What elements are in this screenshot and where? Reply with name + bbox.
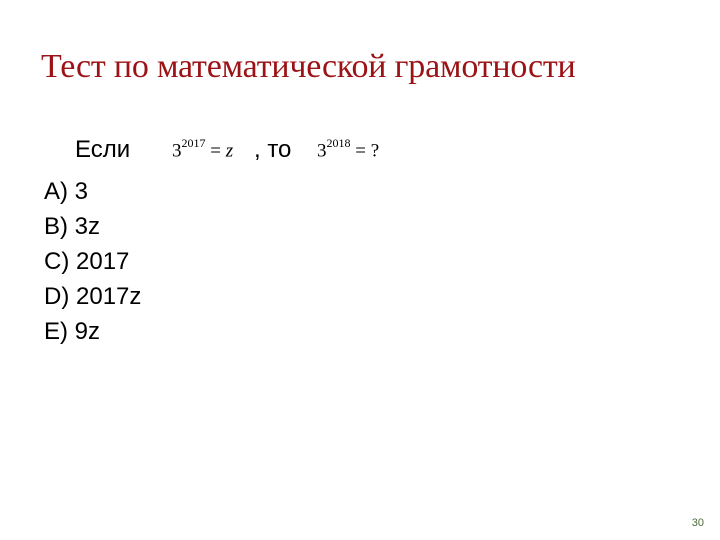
option-label: A) <box>44 178 68 205</box>
given-variable: z <box>225 140 234 162</box>
asked-relation: = ? <box>355 140 380 162</box>
option-value: 3 <box>74 178 89 205</box>
given-equation: 32017 = z <box>172 136 234 162</box>
asked-exponent: 2018 <box>326 136 351 150</box>
given-base: 3 <box>172 140 182 162</box>
slide-title: Тест по математической грамотности <box>41 48 576 85</box>
page-number: 30 <box>691 517 704 529</box>
answer-options: A) 3 B) 3z C) 2017 D) 2017z E) 9z <box>44 174 141 349</box>
option-a: A) 3 <box>44 174 141 209</box>
given-relation: = <box>210 140 226 162</box>
option-value: 2017z <box>76 283 142 310</box>
option-value: 2017 <box>76 248 130 275</box>
option-d: D) 2017z <box>44 279 141 314</box>
option-label: B) <box>44 213 68 240</box>
option-label: E) <box>44 318 68 345</box>
option-e: E) 9z <box>44 314 141 349</box>
asked-base: 3 <box>317 140 327 162</box>
option-label: C) <box>44 248 70 275</box>
option-value: 9z <box>74 318 101 345</box>
option-label: D) <box>44 283 70 310</box>
option-c: C) 2017 <box>44 244 141 279</box>
option-value: 3z <box>74 213 101 240</box>
option-b: B) 3z <box>44 209 141 244</box>
then-word: , то <box>254 136 292 163</box>
if-word: Если <box>75 136 131 163</box>
asked-equation: 32018 = ? <box>317 136 380 162</box>
given-exponent: 2017 <box>181 136 206 150</box>
